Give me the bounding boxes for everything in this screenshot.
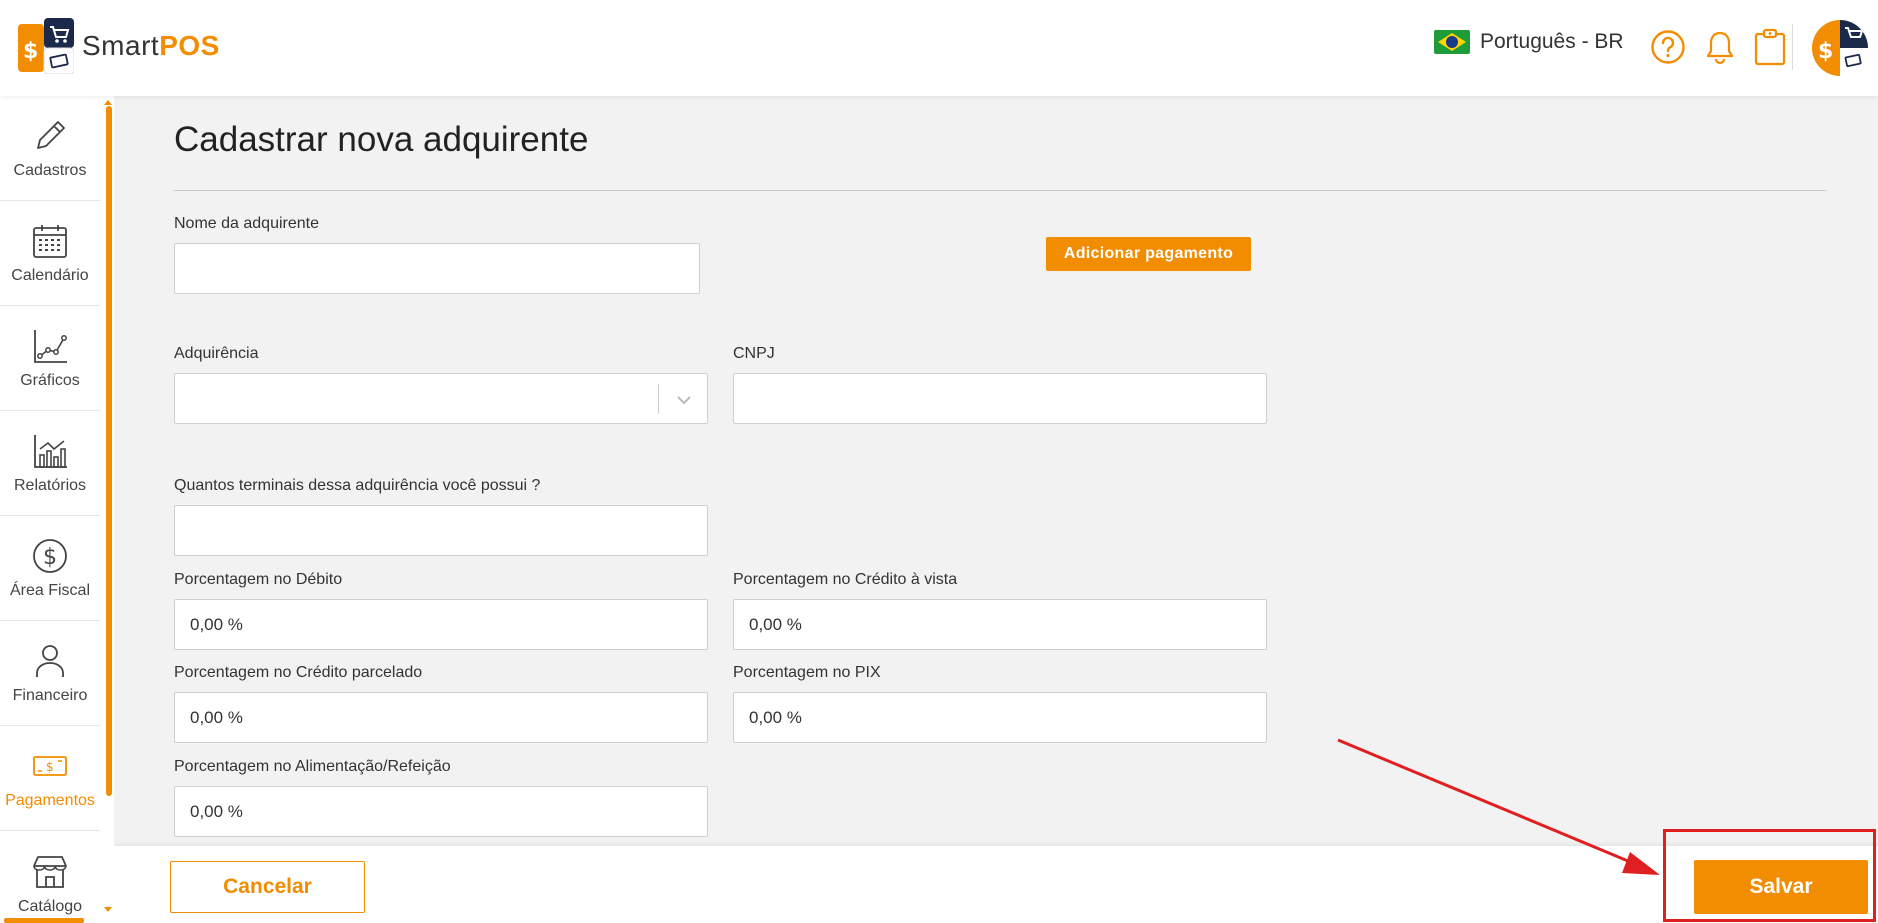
sidebar: Cadastros Calendário Gráficos Relatórios… [0, 96, 114, 923]
sidebar-label-relatorios: Relatórios [13, 477, 87, 494]
sidebar-label-calendario: Calendário [11, 267, 89, 284]
alimentacao-input[interactable] [174, 786, 708, 837]
sidebar-item-financeiro[interactable]: Financeiro [0, 621, 100, 726]
dollar-circle-icon: $ [33, 539, 67, 573]
alimentacao-label: Porcentagem no Alimentação/Refeição [174, 758, 451, 775]
user-avatar[interactable]: $ [1812, 20, 1868, 76]
svg-text:$: $ [43, 545, 57, 570]
pix-input[interactable] [733, 692, 1267, 743]
sidebar-item-area-fiscal[interactable]: $ Área Fiscal [0, 516, 100, 621]
calendar-icon [33, 225, 67, 258]
line-chart-icon [34, 330, 67, 363]
sidebar-item-pagamentos[interactable]: $ Pagamentos [0, 726, 100, 831]
help-icon[interactable] [1650, 28, 1686, 66]
terminais-input[interactable] [174, 505, 708, 556]
nome-adquirente-input[interactable] [174, 243, 700, 294]
header-divider [1792, 24, 1793, 70]
language-label: Português - BR [1480, 30, 1624, 53]
svg-text:$: $ [1818, 39, 1833, 64]
sidebar-scroll-down-arrow[interactable] [104, 907, 112, 912]
credito-vista-label: Porcentagem no Crédito à vista [733, 571, 958, 588]
logo-text-pos: POS [159, 30, 220, 61]
bar-chart-icon [34, 435, 67, 468]
sidebar-scroll-up-arrow[interactable] [104, 100, 112, 105]
banknote-icon: $ [33, 756, 67, 776]
sidebar-label-area-fiscal: Área Fiscal [9, 582, 91, 599]
svg-text:$: $ [46, 760, 54, 774]
sidebar-item-graficos[interactable]: Gráficos [0, 306, 100, 411]
sidebar-item-relatorios[interactable]: Relatórios [0, 411, 100, 516]
svg-text:$: $ [23, 39, 38, 64]
chevron-down-icon [677, 396, 691, 405]
credito-parcelado-input[interactable] [174, 692, 708, 743]
person-icon [36, 645, 64, 677]
sidebar-label-financeiro: Financeiro [12, 687, 88, 704]
page-title: Cadastrar nova adquirente [174, 120, 589, 159]
sidebar-label-catalogo: Catálogo [17, 897, 83, 915]
debito-label: Porcentagem no Débito [174, 571, 343, 588]
sidebar-label-cadastros: Cadastros [13, 162, 87, 179]
main-content: Cadastrar nova adquirente Nome da adquir… [114, 96, 1878, 846]
terminais-label: Quantos terminais dessa adquirência você… [174, 477, 541, 494]
pencil-icon [37, 121, 65, 149]
debito-input[interactable] [174, 599, 708, 650]
store-icon [33, 855, 67, 888]
credito-parcelado-label: Porcentagem no Crédito parcelado [174, 664, 423, 681]
credito-vista-input[interactable] [733, 599, 1267, 650]
sidebar-item-calendario[interactable]: Calendário [0, 201, 100, 306]
cnpj-input[interactable] [733, 373, 1267, 424]
language-selector[interactable]: Português - BR [1434, 30, 1624, 54]
sidebar-horizontal-scrollbar[interactable] [4, 918, 84, 923]
cnpj-label: CNPJ [733, 345, 775, 362]
logo-text-smart: Smart [82, 30, 160, 61]
brazil-flag-icon [1434, 30, 1470, 54]
cancel-button[interactable]: Cancelar [170, 861, 365, 913]
add-payment-button[interactable]: Adicionar pagamento [1046, 237, 1251, 271]
logo-icon: $ [18, 18, 75, 75]
sidebar-scrollbar[interactable] [106, 106, 112, 796]
logo-text: SmartPOS [82, 30, 220, 62]
sidebar-item-cadastros[interactable]: Cadastros [0, 96, 100, 201]
nome-adquirente-label: Nome da adquirente [174, 215, 319, 232]
sidebar-label-graficos: Gráficos [20, 372, 80, 389]
smartpos-logo[interactable]: $ SmartPOS [18, 18, 220, 75]
clipboard-icon[interactable] [1752, 28, 1788, 66]
sidebar-label-pagamentos: Pagamentos [5, 792, 95, 809]
adquirencia-label: Adquirência [174, 345, 259, 362]
pix-label: Porcentagem no PIX [733, 664, 881, 681]
bell-icon[interactable] [1702, 28, 1738, 66]
sidebar-item-catalogo[interactable]: Catálogo [0, 831, 100, 923]
select-separator [658, 384, 659, 414]
form-footer: Cancelar Salvar [114, 846, 1878, 923]
save-button[interactable]: Salvar [1694, 860, 1868, 914]
top-header: $ SmartPOS Português - BR $ [0, 0, 1878, 96]
adquirencia-select[interactable] [174, 373, 708, 424]
title-divider [174, 190, 1826, 191]
